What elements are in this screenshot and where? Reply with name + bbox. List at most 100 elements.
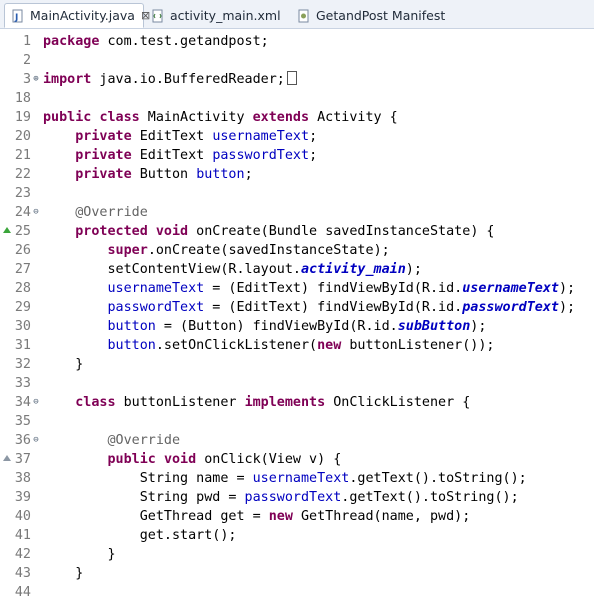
code-text: GetThread get = new GetThread(name, pwd)… bbox=[43, 507, 471, 526]
code-text: public class MainActivity extends Activi… bbox=[43, 108, 398, 127]
code-token: = (EditText) findViewById(R.id. bbox=[204, 300, 463, 315]
code-line[interactable]: 3 ⊕ import java.io.BufferedReader; bbox=[0, 70, 594, 89]
tab-getandpost-manifest[interactable]: GetandPost Manifest bbox=[297, 3, 445, 28]
code-token: passwordText bbox=[212, 148, 310, 163]
line-number: 35 bbox=[14, 414, 31, 429]
code-token: implements bbox=[244, 395, 326, 410]
code-token: passwordText bbox=[462, 300, 559, 315]
code-line[interactable]: 19 public class MainActivity extends Acti… bbox=[0, 108, 594, 127]
code-line[interactable]: 22 private Button button; bbox=[0, 165, 594, 184]
code-line[interactable]: 25 protected void onCreate(Bundle savedI… bbox=[0, 222, 594, 241]
code-text: setContentView(R.layout.activity_main); bbox=[43, 260, 421, 279]
code-token: private bbox=[75, 167, 132, 182]
folded-imports-icon[interactable] bbox=[286, 71, 297, 85]
code-line[interactable]: 1 package com.test.getandpost; bbox=[0, 32, 594, 51]
code-token: usernameText bbox=[107, 281, 205, 296]
code-line[interactable]: 44 bbox=[0, 583, 594, 602]
code-line[interactable]: 31 button.setOnClickListener(new buttonL… bbox=[0, 336, 594, 355]
code-line[interactable]: 38 String name = usernameText.getText().… bbox=[0, 469, 594, 488]
code-line[interactable]: 36 ⊖ @Override bbox=[0, 431, 594, 450]
code-line[interactable]: 34 ⊖ class buttonListener implements OnCl… bbox=[0, 393, 594, 412]
code-line[interactable]: 40 GetThread get = new GetThread(name, p… bbox=[0, 507, 594, 526]
line-number: 31 bbox=[14, 338, 31, 353]
code-text: import java.io.BufferedReader; bbox=[43, 70, 297, 89]
code-line[interactable]: 23 bbox=[0, 184, 594, 203]
expand-fold-icon[interactable]: ⊕ bbox=[30, 70, 42, 89]
code-token: Activity { bbox=[309, 110, 398, 125]
code-line[interactable]: 21 private EditText passwordText; bbox=[0, 146, 594, 165]
code-line[interactable]: 39 String pwd = passwordText.getText().t… bbox=[0, 488, 594, 507]
code-text: protected void onCreate(Bundle savedInst… bbox=[43, 222, 494, 241]
tab-activity-main-xml[interactable]: activity_main.xml bbox=[151, 3, 281, 28]
code-text: private EditText usernameText; bbox=[43, 127, 317, 146]
close-tab-icon[interactable]: ⊠ bbox=[141, 9, 150, 22]
code-token: passwordText bbox=[244, 490, 342, 505]
code-line[interactable]: 26 super.onCreate(savedInstanceState); bbox=[0, 241, 594, 260]
line-number: 26 bbox=[14, 243, 31, 258]
line-number: 40 bbox=[14, 509, 31, 524]
xml-file-icon bbox=[151, 9, 165, 23]
line-number: 41 bbox=[14, 528, 31, 543]
line-number: 20 bbox=[14, 129, 31, 144]
code-text: private Button button; bbox=[43, 165, 252, 184]
code-line[interactable]: 37 public void onClick(View v) { bbox=[0, 450, 594, 469]
code-token: .getText().toString(); bbox=[349, 471, 527, 486]
code-token: .setOnClickListener( bbox=[155, 338, 318, 353]
line-number: 43 bbox=[14, 566, 31, 581]
code-line[interactable]: 41 get.start(); bbox=[0, 526, 594, 545]
code-token: import bbox=[43, 72, 92, 87]
code-line[interactable]: 29 passwordText = (EditText) findViewByI… bbox=[0, 298, 594, 317]
code-token: protected bbox=[75, 224, 148, 239]
code-text: get.start(); bbox=[43, 526, 237, 545]
collapse-fold-icon[interactable]: ⊖ bbox=[30, 431, 42, 450]
code-editor[interactable]: 1 package com.test.getandpost; 2 3 ⊕ import j… bbox=[0, 29, 594, 604]
code-token: GetThread get = bbox=[43, 509, 269, 524]
code-line[interactable]: 18 bbox=[0, 89, 594, 108]
code-token: class bbox=[75, 395, 116, 410]
code-token: savedInstanceState bbox=[228, 243, 374, 258]
line-number: 29 bbox=[14, 300, 31, 315]
code-line[interactable]: 28 usernameText = (EditText) findViewByI… bbox=[0, 279, 594, 298]
code-line[interactable]: 2 bbox=[0, 51, 594, 70]
line-number: 24 bbox=[14, 205, 31, 220]
code-token: onCreate(Bundle bbox=[188, 224, 326, 239]
collapse-fold-icon[interactable]: ⊖ bbox=[30, 393, 42, 412]
svg-text:J: J bbox=[14, 13, 18, 23]
code-token: button bbox=[107, 338, 156, 353]
code-line[interactable]: 42 } bbox=[0, 545, 594, 564]
line-number: 22 bbox=[14, 167, 31, 182]
code-text: button.setOnClickListener(new buttonList… bbox=[43, 336, 495, 355]
override-indicator-icon bbox=[3, 455, 11, 461]
code-token: = (EditText) findViewById(R.id. bbox=[204, 281, 463, 296]
editor-tab-bar: J MainActivity.java ⊠ activity_main.xml … bbox=[0, 0, 594, 29]
code-line[interactable]: 24 ⊖ @Override bbox=[0, 203, 594, 222]
line-number: 18 bbox=[14, 91, 31, 106]
code-token: EditText bbox=[131, 148, 213, 163]
code-token: subButton bbox=[397, 319, 471, 334]
code-token: void bbox=[155, 224, 189, 239]
code-token: class bbox=[99, 110, 140, 125]
code-token: button bbox=[196, 167, 245, 182]
collapse-fold-icon[interactable]: ⊖ bbox=[30, 203, 42, 222]
tab-mainactivity-java[interactable]: J MainActivity.java ⊠ bbox=[4, 3, 150, 28]
code-line[interactable]: 33 bbox=[0, 374, 594, 393]
code-text: String name = usernameText.getText().toS… bbox=[43, 469, 527, 488]
code-line[interactable]: 43 } bbox=[0, 564, 594, 583]
tab-label: MainActivity.java bbox=[30, 8, 135, 23]
code-line[interactable]: 30 button = (Button) findViewById(R.id.s… bbox=[0, 317, 594, 336]
code-line[interactable]: 32 } bbox=[0, 355, 594, 374]
code-line[interactable]: 20 private EditText usernameText; bbox=[0, 127, 594, 146]
code-token: package bbox=[43, 34, 100, 49]
code-line[interactable]: 35 bbox=[0, 412, 594, 431]
code-line[interactable]: 27 setContentView(R.layout.activity_main… bbox=[0, 260, 594, 279]
